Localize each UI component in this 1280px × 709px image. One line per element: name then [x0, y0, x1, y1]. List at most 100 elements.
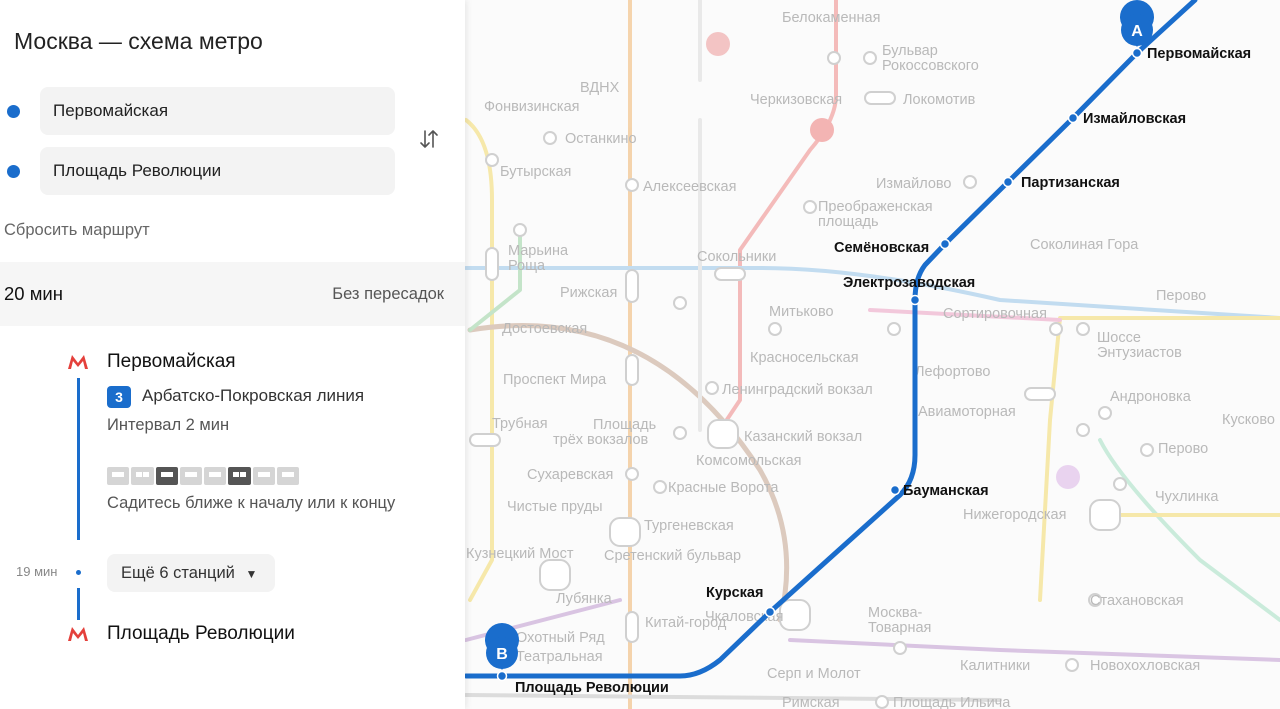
transfers-info: Без пересадок [332, 285, 444, 303]
station-dot [496, 670, 508, 682]
svg-text:Проспект Мира: Проспект Мира [503, 372, 607, 388]
chevron-down-icon: ▼ [245, 567, 258, 581]
train-cars-icon [107, 467, 299, 485]
swap-arrows-icon[interactable] [416, 128, 442, 154]
svg-text:Кузнецкий Мост: Кузнецкий Мост [466, 546, 574, 562]
svg-text:Стахановская: Стахановская [1090, 593, 1184, 609]
svg-text:Энтузиастов: Энтузиастов [1097, 345, 1182, 361]
route-station-label: Бауманская [903, 483, 989, 499]
marker-b[interactable]: B [485, 623, 519, 670]
svg-text:B: B [496, 646, 508, 663]
segment-duration: 19 мин [16, 564, 58, 579]
reset-route-link[interactable]: Сбросить маршрут [4, 221, 150, 240]
svg-text:Локомотив: Локомотив [903, 92, 976, 108]
station-dot [764, 606, 776, 618]
svg-text:ВДНХ: ВДНХ [580, 80, 620, 96]
route-station-label: Измайловская [1083, 111, 1186, 127]
svg-text:Казанский вокзал: Казанский вокзал [744, 429, 862, 445]
svg-text:Достоевская: Достоевская [502, 321, 587, 337]
metro-icon [68, 627, 88, 641]
svg-text:Перово: Перово [1158, 441, 1208, 457]
svg-text:Андроновка: Андроновка [1110, 389, 1192, 405]
route-station-label: Электрозаводская [843, 275, 975, 291]
svg-text:Трубная: Трубная [492, 416, 548, 432]
station-dot [909, 294, 921, 306]
route-duration: 20 мин [4, 283, 63, 304]
svg-text:Рокоссовского: Рокоссовского [882, 58, 979, 74]
end-station[interactable]: Площадь Революции [107, 623, 295, 645]
station-dot [1002, 176, 1014, 188]
svg-text:Ленинградский вокзал: Ленинградский вокзал [722, 382, 873, 398]
svg-text:трёх вокзалов: трёх вокзалов [553, 432, 649, 448]
to-point-icon [7, 165, 20, 178]
svg-text:Серп и Молот: Серп и Молот [767, 666, 861, 682]
svg-text:Лубянка: Лубянка [556, 591, 613, 607]
svg-text:Перово: Перово [1156, 288, 1206, 304]
station-dot [889, 484, 901, 496]
route-station-label: Партизанская [1021, 175, 1120, 191]
route-panel: Москва — схема метро Первомайская Площад… [0, 0, 465, 709]
svg-text:Кусково: Кусково [1222, 412, 1275, 428]
svg-text:Красные Ворота: Красные Ворота [668, 480, 779, 496]
to-input[interactable]: Площадь Революции [40, 147, 395, 195]
svg-text:Останкино: Останкино [565, 131, 637, 147]
from-input[interactable]: Первомайская [40, 87, 395, 135]
svg-text:Новохохловская: Новохохловская [1090, 658, 1200, 674]
train-interval: Интервал 2 мин [107, 416, 230, 434]
svg-text:Охотный Ряд: Охотный Ряд [516, 630, 605, 646]
svg-text:Лефортово: Лефортово [915, 364, 990, 380]
svg-text:Рижская: Рижская [560, 285, 617, 301]
svg-text:Чухлинка: Чухлинка [1155, 489, 1219, 505]
route-station-label: Курская [706, 585, 763, 601]
svg-text:A: A [1131, 23, 1143, 40]
svg-text:Митьково: Митьково [769, 304, 834, 320]
svg-text:Сокольники: Сокольники [697, 249, 776, 265]
svg-text:Роща: Роща [508, 258, 546, 274]
svg-text:Красносельская: Красносельская [750, 350, 859, 366]
svg-text:Площадь: Площадь [593, 417, 656, 433]
map-line-yellow-west [464, 118, 494, 602]
timeline-dot [76, 570, 81, 575]
svg-text:Комсомольская: Комсомольская [696, 453, 802, 469]
svg-text:Москва-: Москва- [868, 605, 923, 621]
svg-text:Преображенская: Преображенская [818, 199, 933, 215]
svg-text:Чистые пруды: Чистые пруды [507, 499, 603, 515]
more-stations-label: Ещё 6 станций [121, 564, 235, 582]
station-dot [939, 238, 951, 250]
svg-text:Соколиная Гора: Соколиная Гора [1030, 237, 1139, 253]
svg-text:площадь: площадь [818, 214, 879, 230]
svg-text:Калитники: Калитники [960, 658, 1030, 674]
svg-text:Сретенский бульвар: Сретенский бульвар [604, 548, 741, 564]
svg-text:Сортировочная: Сортировочная [943, 306, 1047, 322]
route-line-segment [77, 588, 80, 620]
route-line-segment [77, 378, 80, 540]
svg-text:Бутырская: Бутырская [500, 164, 571, 180]
svg-text:Белокаменная: Белокаменная [782, 10, 880, 26]
svg-text:Нижегородская: Нижегородская [963, 507, 1066, 523]
svg-text:Авиамоторная: Авиамоторная [918, 404, 1016, 420]
svg-text:Римская: Римская [782, 695, 840, 709]
svg-text:Фонвизинская: Фонвизинская [484, 99, 579, 115]
station-dot [1131, 47, 1143, 59]
start-station[interactable]: Первомайская [107, 351, 236, 373]
boarding-hint: Садитесь ближе к началу или к концу [107, 494, 396, 512]
marker-a[interactable]: A [1120, 0, 1154, 48]
svg-text:Марьина: Марьина [508, 243, 569, 259]
more-stations-button[interactable]: Ещё 6 станций ▼ [107, 554, 275, 592]
svg-text:Шоссе: Шоссе [1097, 330, 1141, 346]
svg-text:Театральная: Театральная [516, 649, 603, 665]
route-summary[interactable]: 20 мин Без пересадок [0, 262, 465, 326]
from-point-icon [7, 105, 20, 118]
svg-text:Бульвар: Бульвар [882, 43, 938, 59]
route-station-label: Семёновская [834, 240, 929, 256]
svg-text:Измайлово: Измайлово [876, 176, 952, 192]
station-dot [1067, 112, 1079, 124]
route-station-label: Площадь Революции [515, 680, 669, 696]
page-title: Москва — схема метро [14, 28, 263, 54]
svg-text:Площадь Ильича: Площадь Ильича [893, 695, 1011, 709]
svg-text:Алексеевская: Алексеевская [643, 179, 736, 195]
route-station-label: Первомайская [1147, 46, 1251, 62]
svg-text:Тургеневская: Тургеневская [644, 518, 734, 534]
svg-text:Товарная: Товарная [868, 620, 931, 636]
svg-text:Черкизовская: Черкизовская [750, 92, 842, 108]
